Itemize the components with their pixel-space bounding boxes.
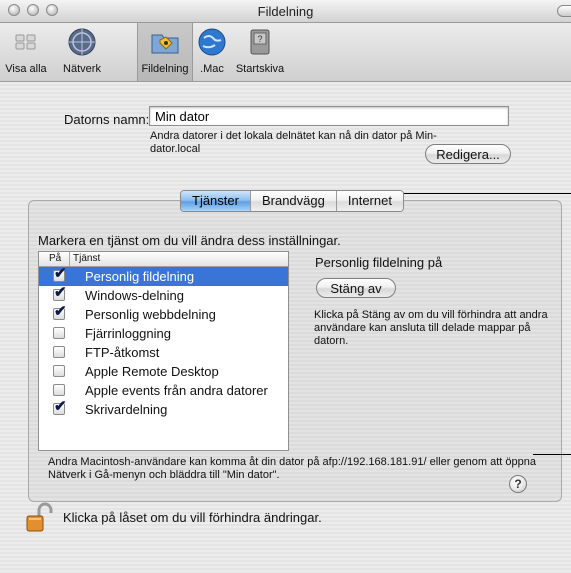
checkmark-icon: ✔ xyxy=(54,265,67,282)
column-separator xyxy=(69,252,70,266)
show-all-icon xyxy=(15,34,36,50)
toolbar-sharing[interactable]: Fildelning xyxy=(137,23,193,81)
tab-bar: Tjänster Brandvägg Internet xyxy=(180,190,404,212)
dotmac-globe-icon xyxy=(198,28,226,56)
service-name: Apple Remote Desktop xyxy=(85,364,219,379)
toolbar: Visa alla Nätverk Fildelning .Mac ? Star… xyxy=(0,23,571,82)
service-row[interactable]: ✔ Windows-delning xyxy=(39,285,288,305)
services-list[interactable]: På Tjänst ✔ Personlig fildelning ✔ Windows-… xyxy=(38,251,289,451)
checkmark-icon: ✔ xyxy=(54,303,67,320)
callout-line-access xyxy=(533,454,571,455)
toolbar-dotmac[interactable]: .Mac xyxy=(194,26,230,78)
service-row[interactable]: Apple events från andra datorer xyxy=(39,381,288,400)
toolbar-label: Startskiva xyxy=(235,63,285,75)
service-checkbox[interactable] xyxy=(53,327,65,339)
stop-button[interactable]: Stäng av xyxy=(316,278,396,298)
computer-name-label: Datorns namn: xyxy=(64,112,150,127)
service-name: Personlig webbdelning xyxy=(85,307,216,322)
toolbar-label: .Mac xyxy=(200,63,224,75)
service-row[interactable]: Fjärrinloggning xyxy=(39,324,288,343)
edit-button[interactable]: Redigera... xyxy=(425,144,511,164)
service-name: Apple events från andra datorer xyxy=(85,383,268,398)
tab-firewall[interactable]: Brandvägg xyxy=(249,191,336,211)
window-title: Fildelning xyxy=(257,4,314,19)
services-list-header: På Tjänst xyxy=(39,252,288,267)
computer-name-input[interactable] xyxy=(149,106,509,126)
toolbar-label: Fildelning xyxy=(141,63,189,75)
service-checkbox[interactable] xyxy=(53,384,65,396)
callout-line-tabs xyxy=(398,193,571,194)
startup-disk-icon: ? xyxy=(250,29,270,55)
title-bar: Fildelning xyxy=(0,0,571,23)
system-preferences-window: Fildelning Visa alla Nätverk Fildelning … xyxy=(0,0,571,573)
service-checkbox[interactable]: ✔ xyxy=(53,266,67,282)
lock-text: Klicka på låset om du vill förhindra änd… xyxy=(63,510,322,525)
service-row[interactable]: ✔ Personlig fildelning xyxy=(39,266,288,286)
service-name: Skrivardelning xyxy=(85,402,168,417)
column-service[interactable]: Tjänst xyxy=(73,253,100,264)
toolbar-toggle-button[interactable] xyxy=(557,5,571,17)
service-row[interactable]: FTP-åtkomst xyxy=(39,343,288,362)
toolbar-show-all[interactable]: Visa alla xyxy=(4,26,48,78)
service-name: Fjärrinloggning xyxy=(85,326,171,341)
tab-internet[interactable]: Internet xyxy=(335,191,403,211)
service-row[interactable]: ✔ Skrivardelning xyxy=(39,399,288,419)
service-name: FTP-åtkomst xyxy=(85,345,160,360)
service-row[interactable]: ✔ Personlig webbdelning xyxy=(39,304,288,324)
toolbar-label: Visa alla xyxy=(5,63,47,75)
service-status-title: Personlig fildelning på xyxy=(315,255,443,270)
computer-name-description: Andra datorer i det lokala delnätet kan … xyxy=(150,130,437,155)
column-on[interactable]: På xyxy=(49,253,61,264)
service-name: Windows-delning xyxy=(85,288,184,303)
access-info-text: Andra Macintosh-användare kan komma åt d… xyxy=(48,456,536,481)
toolbar-network[interactable]: Nätverk xyxy=(58,26,106,78)
service-checkbox[interactable] xyxy=(53,365,65,377)
services-instruction: Markera en tjänst om du vill ändra dess … xyxy=(38,233,341,248)
service-checkbox[interactable]: ✔ xyxy=(53,285,67,301)
tab-services[interactable]: Tjänster xyxy=(181,191,250,211)
service-row[interactable]: Apple Remote Desktop xyxy=(39,362,288,381)
help-button[interactable]: ? xyxy=(509,475,527,493)
service-info-text: Klicka på Stäng av om du vill förhindra … xyxy=(314,309,548,347)
service-checkbox[interactable]: ✔ xyxy=(53,399,67,415)
svg-text:?: ? xyxy=(257,34,262,44)
network-globe-icon xyxy=(68,28,96,56)
checkmark-icon: ✔ xyxy=(54,398,67,415)
checkmark-icon: ✔ xyxy=(54,284,67,301)
lock-icon[interactable] xyxy=(25,502,53,534)
sharing-folder-icon xyxy=(151,34,179,54)
service-checkbox[interactable]: ✔ xyxy=(53,304,67,320)
content-pane: Datorns namn: Andra datorer i det lokala… xyxy=(0,82,571,573)
service-name: Personlig fildelning xyxy=(85,269,195,284)
open-padlock-icon xyxy=(26,502,53,532)
toolbar-startup-disk[interactable]: ? Startskiva xyxy=(233,26,287,78)
toolbar-label: Nätverk xyxy=(63,63,101,75)
service-checkbox[interactable] xyxy=(53,346,65,358)
